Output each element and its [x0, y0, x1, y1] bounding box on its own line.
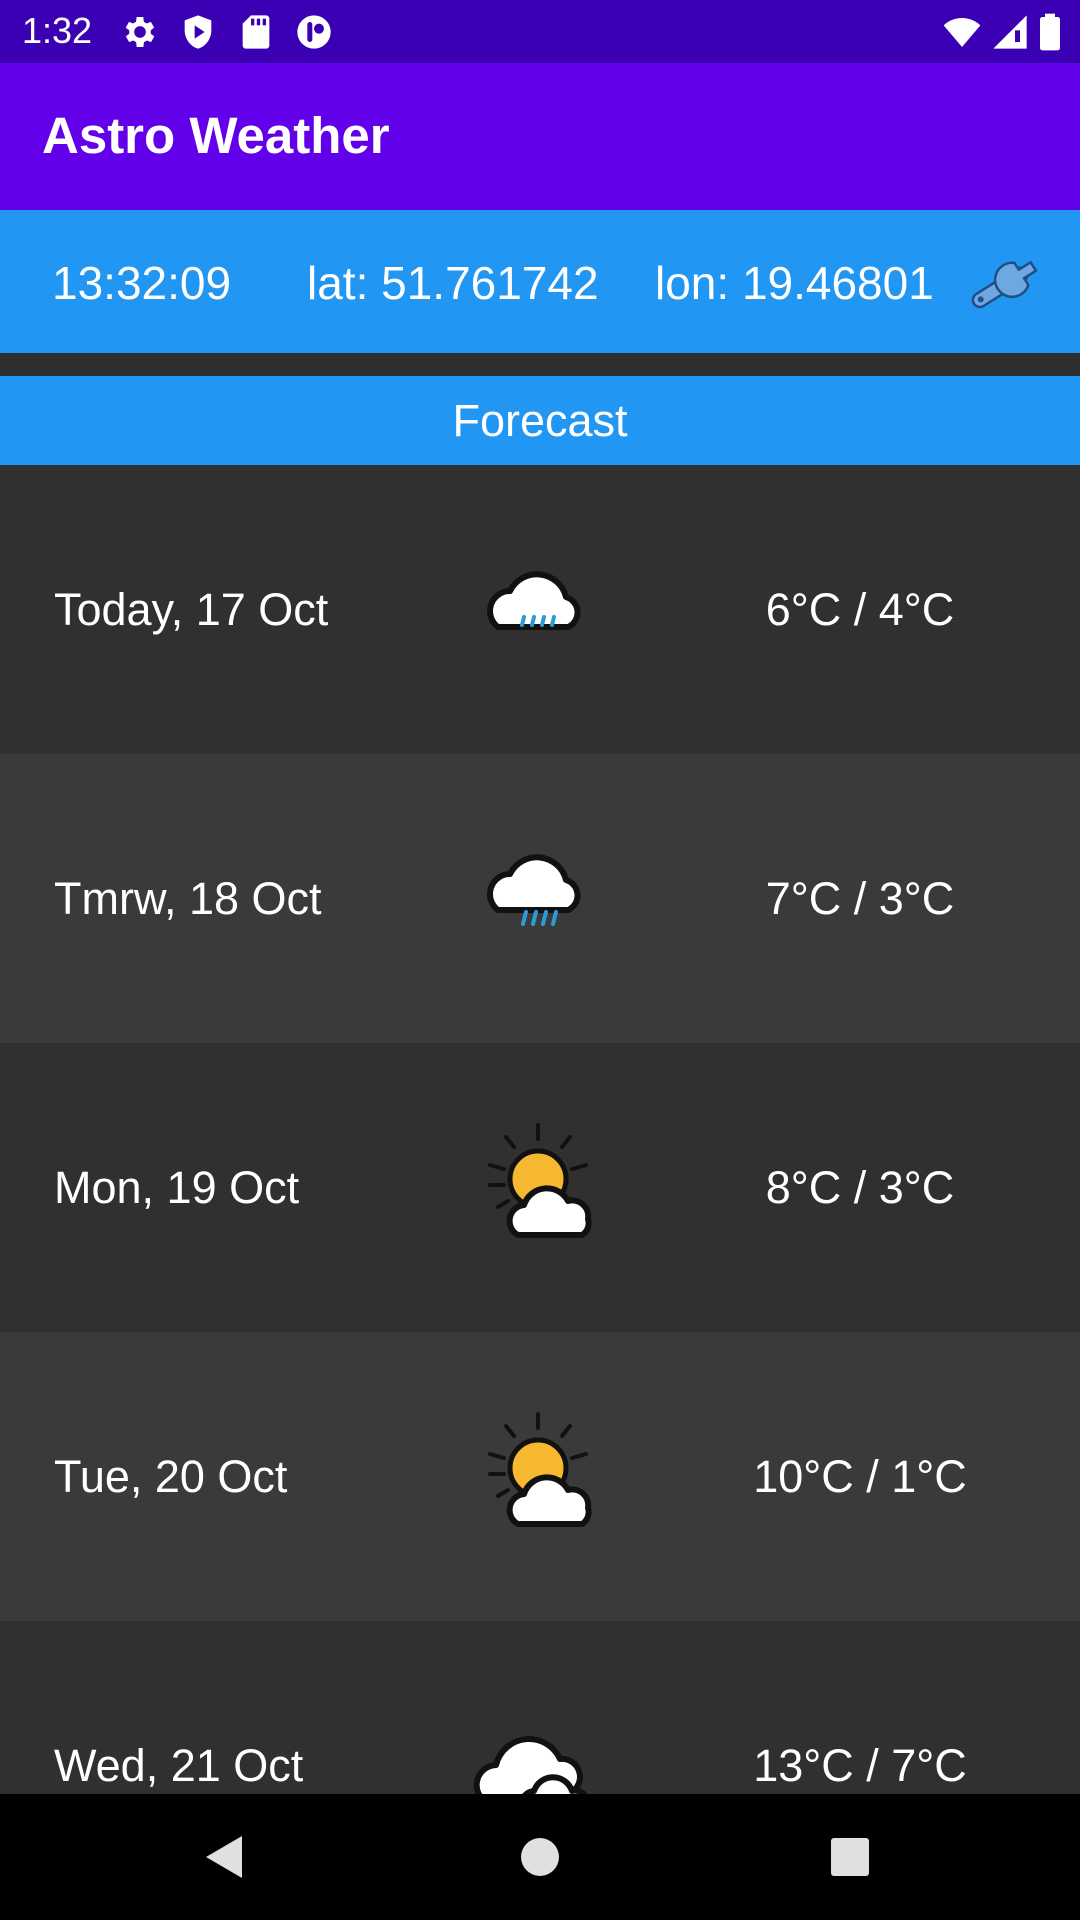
forecast-date: Wed, 21 Oct — [54, 1740, 304, 1791]
app-notification-icon — [297, 15, 331, 49]
forecast-header: Forecast — [0, 376, 1080, 465]
forecast-row-today[interactable]: Today, 17 Oct 6°C / 4°C — [0, 465, 1080, 754]
forecast-temp: 6°C / 4°C — [765, 584, 955, 635]
forecast-date: Tue, 20 Oct — [54, 1451, 288, 1502]
forecast-temp: 13°C / 7°C — [753, 1740, 967, 1791]
home-icon[interactable] — [505, 1822, 575, 1892]
status-time: 1:32 — [22, 10, 93, 51]
location-info-bar: 13:32:09 lat: 51.761742 lon: 19.46801 — [0, 210, 1080, 353]
app-bar: Astro Weather — [0, 63, 1080, 210]
partly-cloudy-icon — [488, 1123, 592, 1238]
latitude-text: lat: 51.761742 — [307, 257, 599, 309]
forecast-row-mon[interactable]: Mon, 19 Oct 8°C / 3°C — [0, 1043, 1080, 1332]
forecast-temp: 10°C / 1°C — [753, 1451, 967, 1502]
battery-icon — [1040, 13, 1060, 51]
status-bar: 1:32 — [0, 0, 1080, 63]
sd-card-icon — [242, 15, 270, 49]
screen: 1:32 Astro Weather 13:32:09 lat: 51.7617… — [0, 0, 1080, 1920]
forecast-temp: 7°C / 3°C — [765, 873, 955, 924]
partly-cloudy-icon — [488, 1412, 592, 1527]
rain-icon — [487, 854, 581, 926]
cloudy-icon — [473, 1736, 588, 1794]
settings-gear-icon — [125, 17, 155, 47]
forecast-date: Today, 17 Oct — [54, 584, 329, 635]
back-icon[interactable] — [190, 1822, 260, 1892]
wrench-icon[interactable] — [962, 248, 1052, 318]
navigation-bar — [0, 1794, 1080, 1920]
forecast-row-tue[interactable]: Tue, 20 Oct 10°C / 1°C — [0, 1332, 1080, 1621]
forecast-date: Tmrw, 18 Oct — [54, 873, 322, 924]
forecast-temp: 8°C / 3°C — [765, 1162, 955, 1213]
current-time: 13:32:09 — [52, 257, 232, 309]
light-rain-icon — [487, 571, 581, 630]
longitude-text: lon: 19.46801 — [655, 257, 934, 309]
app-title: Astro Weather — [42, 107, 390, 164]
shield-play-icon — [184, 15, 212, 49]
forecast-row-wed[interactable]: Wed, 21 Oct 13°C / 7°C — [0, 1621, 1080, 1794]
cellular-signal-icon — [993, 15, 1027, 49]
forecast-row-tomorrow[interactable]: Tmrw, 18 Oct 7°C / 3°C — [0, 754, 1080, 1043]
forecast-list[interactable]: Today, 17 Oct 6°C / 4°C Tmrw, 18 Oct 7°C… — [0, 465, 1080, 1794]
wifi-icon — [943, 18, 981, 47]
recents-icon[interactable] — [815, 1822, 885, 1892]
forecast-date: Mon, 19 Oct — [54, 1162, 300, 1213]
